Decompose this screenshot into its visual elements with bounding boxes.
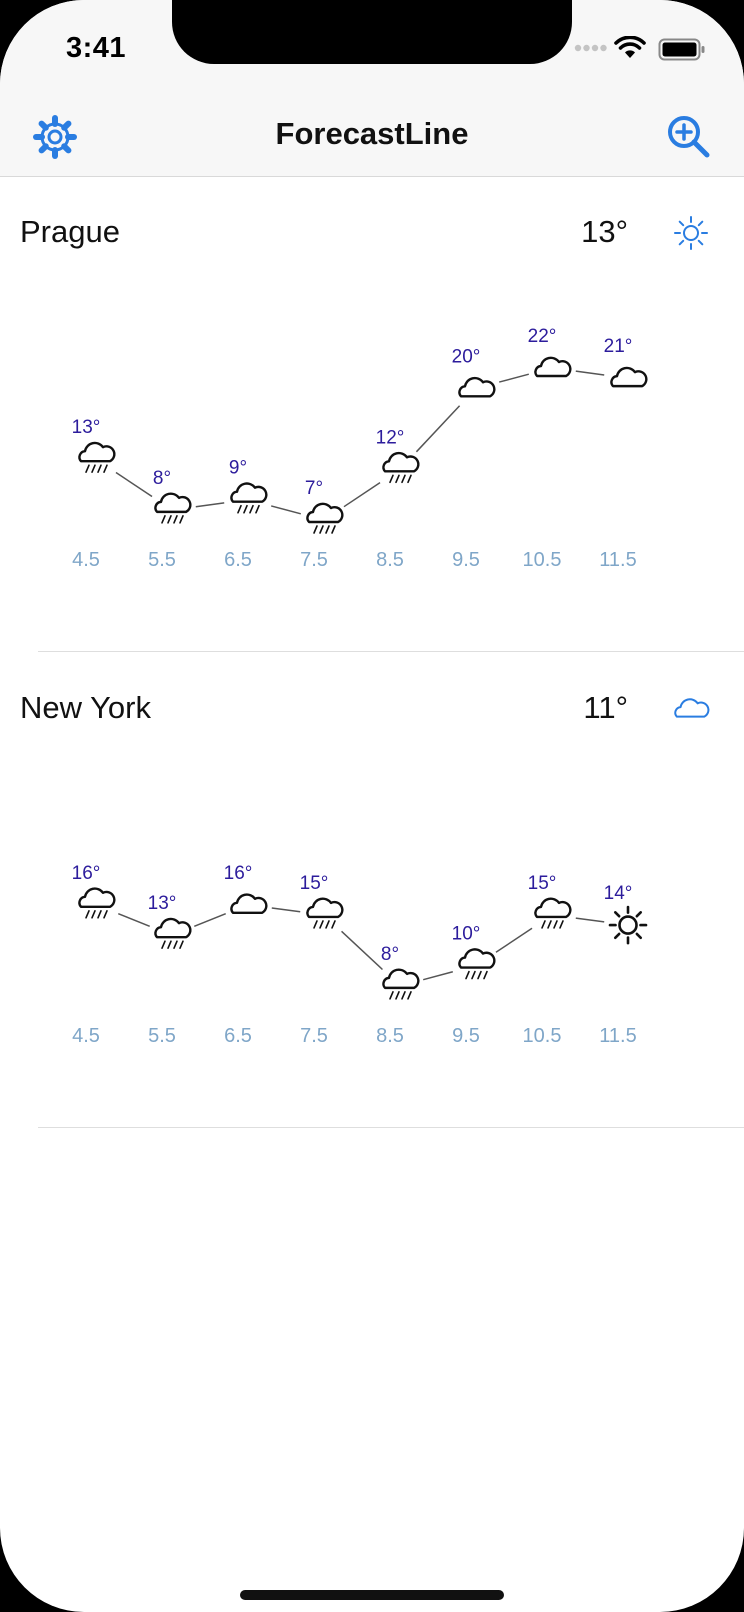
date-label: 9.5 xyxy=(452,549,480,571)
temperature-label: 16° xyxy=(72,863,101,884)
date-label: 9.5 xyxy=(452,1025,480,1047)
temperature-label: 14° xyxy=(604,883,633,904)
navigation-bar: ForecastLine xyxy=(0,100,744,177)
forecast-line-segment xyxy=(115,471,153,498)
forecast-line-segment xyxy=(343,482,381,508)
date-label: 8.5 xyxy=(376,549,404,571)
temperature-label: 21° xyxy=(604,336,633,357)
zoom-in-icon xyxy=(668,116,710,158)
forecast-line-segment xyxy=(575,370,605,376)
date-label: 7.5 xyxy=(300,1025,328,1047)
date-label: 4.5 xyxy=(72,1025,100,1047)
forecast-line-segment xyxy=(575,917,605,923)
date-label: 11.5 xyxy=(599,549,636,571)
home-indicator xyxy=(240,1590,504,1600)
city-row-prague[interactable]: Prague 13° 13° 4.5 8° 5.5 9° 6.5 7° 7.5 12° 8.5 20… xyxy=(0,176,744,652)
city-row-new-york[interactable]: New York 11° 16° 4.5 13° 5.5 16° 6.5 15° 7.5 8° 8… xyxy=(0,652,744,1128)
forecast-line-segment xyxy=(415,405,461,453)
forecast-line-segment xyxy=(271,907,301,913)
rain-cloud-icon xyxy=(306,897,344,929)
row-divider xyxy=(38,1127,744,1128)
notch xyxy=(172,0,572,64)
battery-icon xyxy=(658,38,705,61)
temperature-label: 8° xyxy=(153,468,171,489)
temperature-label: 8° xyxy=(381,944,399,965)
date-label: 10.5 xyxy=(523,549,562,571)
cellular-signal-icon xyxy=(574,44,607,52)
temperature-label: 15° xyxy=(300,873,329,894)
cloud-icon xyxy=(230,893,268,914)
rain-cloud-icon xyxy=(230,482,268,514)
temperature-label: 15° xyxy=(528,873,557,894)
forecast-line-segment xyxy=(118,913,150,927)
rain-cloud-icon xyxy=(458,948,496,980)
forecast-line-segment xyxy=(194,913,226,927)
cloud-icon xyxy=(610,366,648,388)
date-label: 4.5 xyxy=(72,549,100,571)
forecast-chart: 13° 4.5 8° 5.5 9° 6.5 7° 7.5 12° 8.5 20° 9.5 22° 10.5… xyxy=(72,326,648,571)
date-label: 8.5 xyxy=(376,1025,404,1047)
temperature-label: 12° xyxy=(376,427,405,448)
rain-cloud-icon xyxy=(382,451,420,484)
date-label: 6.5 xyxy=(224,1025,252,1047)
date-label: 5.5 xyxy=(148,549,176,571)
forecast-chart: 16° 4.5 13° 5.5 16° 6.5 15° 7.5 8° 8.5 10° 9.5 15° 10… xyxy=(72,863,648,1047)
rain-cloud-icon xyxy=(154,492,192,524)
rain-cloud-icon xyxy=(154,917,192,950)
rain-cloud-icon xyxy=(382,968,420,1000)
temperature-label: 7° xyxy=(305,478,323,499)
temperature-label: 16° xyxy=(224,863,253,884)
forecast-line-segment xyxy=(422,971,454,981)
temperature-label: 13° xyxy=(72,417,101,438)
status-bar: 3:41 xyxy=(0,0,744,100)
forecast-line-segment xyxy=(195,502,225,508)
date-label: 7.5 xyxy=(300,549,328,571)
cloud-icon xyxy=(458,376,496,398)
status-time: 3:41 xyxy=(66,32,127,64)
rain-cloud-icon xyxy=(78,441,116,474)
forecast-line-segment xyxy=(498,373,530,383)
rain-cloud-icon xyxy=(78,887,116,919)
page-title: ForecastLine xyxy=(275,116,469,151)
date-label: 6.5 xyxy=(224,549,252,571)
date-label: 11.5 xyxy=(599,1025,636,1047)
temperature-label: 22° xyxy=(528,326,557,347)
date-label: 5.5 xyxy=(148,1025,176,1047)
date-label: 10.5 xyxy=(523,1025,562,1047)
sun-icon xyxy=(608,905,648,945)
app-screen: 3:41 ForecastLine Prague 13° 13° 4.5 8° … xyxy=(0,0,744,1612)
temperature-label: 20° xyxy=(452,346,481,367)
rain-cloud-icon xyxy=(534,897,572,929)
temperature-label: 9° xyxy=(229,458,247,479)
temperature-label: 10° xyxy=(452,924,481,945)
forecast-line-segment xyxy=(495,927,533,953)
rain-cloud-icon xyxy=(306,502,344,534)
cloud-icon xyxy=(534,356,572,378)
temperature-label: 13° xyxy=(148,893,177,914)
wifi-icon xyxy=(614,36,646,58)
forecast-line-segment xyxy=(270,505,302,515)
zoom-button[interactable] xyxy=(664,112,714,162)
forecast-line-segment xyxy=(341,930,383,971)
